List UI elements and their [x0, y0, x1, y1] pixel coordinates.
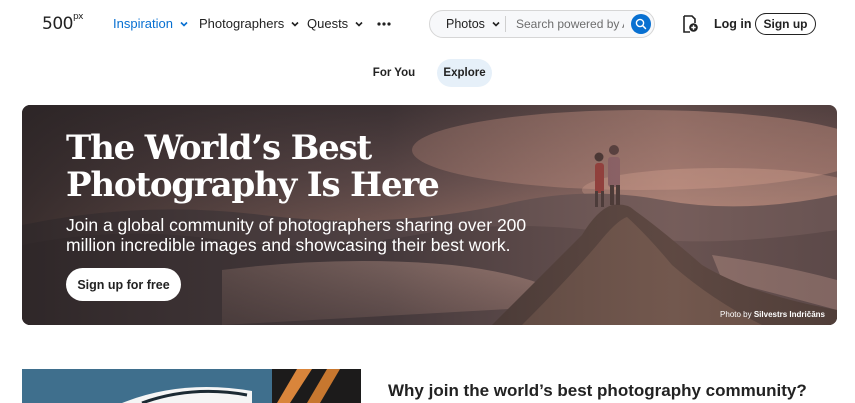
search-bar: Photos [429, 10, 655, 38]
upload-icon[interactable] [681, 14, 699, 34]
photo-credit-prefix: Photo by [720, 310, 752, 319]
nav-photographers-label: Photographers [199, 16, 285, 31]
hero-title: The World’s Best Photography Is Here [66, 128, 440, 205]
chevron-down-icon [180, 21, 188, 27]
logo-text: 500 [42, 14, 73, 34]
top-navbar: 500px Inspiration Photographers Quests P… [0, 0, 855, 48]
login-link[interactable]: Log in [714, 17, 752, 31]
search-type-label: Photos [446, 17, 485, 31]
feature-image [22, 369, 361, 403]
chevron-down-icon [492, 21, 500, 27]
nav-quests[interactable]: Quests [307, 16, 364, 31]
search-input[interactable] [506, 17, 624, 31]
chevron-down-icon [291, 21, 299, 27]
photo-credit[interactable]: Photo by Silvestrs Indričāns [720, 310, 825, 319]
hero-banner: The World’s Best Photography Is Here Joi… [22, 105, 837, 325]
logo[interactable]: 500px [42, 12, 84, 34]
search-type-dropdown[interactable]: Photos [430, 17, 505, 31]
nav-inspiration[interactable]: Inspiration [113, 16, 189, 31]
tab-explore[interactable]: Explore [437, 59, 492, 87]
section-heading: Why join the world’s best photography co… [388, 381, 807, 400]
signup-button[interactable]: Sign up [755, 13, 816, 35]
search-icon [635, 18, 647, 30]
nav-inspiration-label: Inspiration [113, 16, 173, 31]
tab-for-you[interactable]: For You [365, 59, 423, 87]
photo-credit-name: Silvestrs Indričāns [753, 310, 825, 319]
logo-sup: px [72, 12, 84, 23]
feature-image-graphic [22, 369, 361, 403]
more-dots-icon[interactable] [377, 19, 391, 29]
search-button[interactable] [631, 14, 651, 34]
chevron-down-icon [355, 21, 363, 27]
signup-free-button[interactable]: Sign up for free [66, 268, 181, 301]
nav-quests-label: Quests [307, 16, 349, 31]
hero-subtitle: Join a global community of photographers… [66, 215, 527, 255]
nav-photographers[interactable]: Photographers [199, 16, 300, 31]
